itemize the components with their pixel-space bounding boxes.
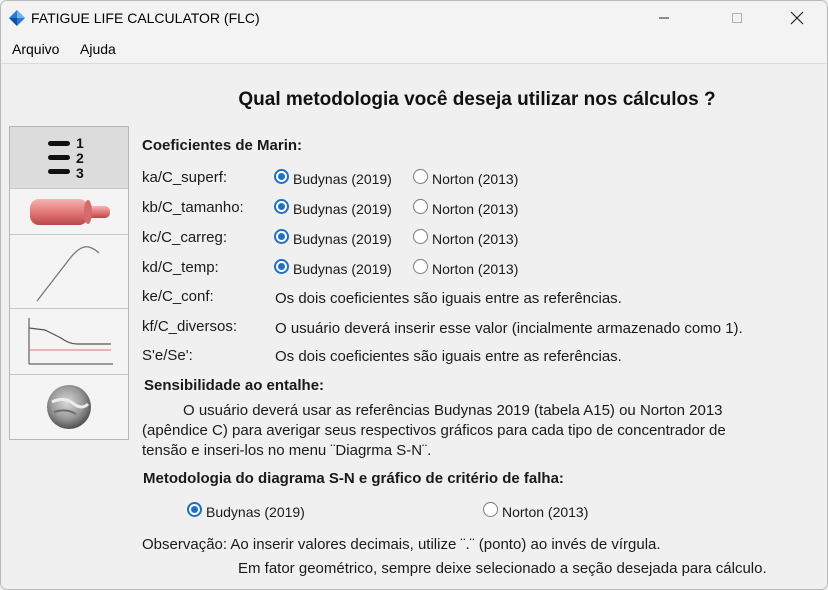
notch-text-line-2: (apêndice C) para averigar seus respecti… bbox=[142, 422, 726, 439]
minimize-icon bbox=[659, 17, 669, 19]
kb-norton-label[interactable]: Norton (2013) bbox=[432, 201, 518, 217]
ke-label: ke/C_conf: bbox=[142, 288, 214, 305]
app-logo-icon bbox=[9, 10, 25, 26]
page-title: Qual metodologia você deseja utilizar no… bbox=[238, 89, 716, 110]
kd-budynas-radio[interactable] bbox=[274, 259, 289, 274]
ka-budynas-radio[interactable] bbox=[274, 169, 289, 184]
kd-budynas-label[interactable]: Budynas (2019) bbox=[293, 261, 392, 277]
menu-arquivo[interactable]: Arquivo bbox=[12, 41, 59, 57]
title-bar[interactable]: FATIGUE LIFE CALCULATOR (FLC) bbox=[1, 1, 827, 35]
sn-section-title: Metodologia do diagrama S-N e gráfico de… bbox=[143, 470, 564, 487]
close-icon bbox=[790, 11, 804, 25]
kd-norton-radio[interactable] bbox=[413, 259, 428, 274]
ka-budynas-label[interactable]: Budynas (2019) bbox=[293, 171, 392, 187]
sn-diagram-icon bbox=[28, 317, 113, 364]
se-info-text: Os dois coeficientes são iguais entre as… bbox=[275, 348, 622, 365]
close-button[interactable] bbox=[774, 1, 820, 35]
notch-section-title: Sensibilidade ao entalhe: bbox=[144, 377, 325, 394]
kf-info-text: O usuário deverá inserir esse valor (inc… bbox=[275, 320, 743, 337]
window-title: FATIGUE LIFE CALCULATOR (FLC) bbox=[31, 10, 260, 26]
minimize-button[interactable] bbox=[641, 1, 687, 35]
kc-budynas-label[interactable]: Budynas (2019) bbox=[293, 231, 392, 247]
menu-bar: Arquivo Ajuda bbox=[1, 35, 827, 64]
numbered-list-icon: 1 2 3 bbox=[48, 135, 84, 181]
ka-label: ka/C_superf: bbox=[142, 169, 228, 186]
sn-budynas-label[interactable]: Budynas (2019) bbox=[206, 504, 305, 520]
sidebar-item-geometry[interactable] bbox=[10, 189, 128, 235]
observation-note: Observação: Ao inserir valores decimais,… bbox=[142, 536, 661, 553]
kb-budynas-radio[interactable] bbox=[274, 199, 289, 214]
sidebar-item-material[interactable] bbox=[10, 375, 128, 439]
geometric-factor-note: Em fator geométrico, sempre deixe seleci… bbox=[238, 560, 767, 577]
menu-ajuda[interactable]: Ajuda bbox=[80, 41, 116, 57]
ka-norton-label[interactable]: Norton (2013) bbox=[432, 171, 518, 187]
notch-text-line-3: tensão e inseri-los no menu ¨Diagrma S-N… bbox=[142, 442, 432, 459]
sidebar-item-methodology[interactable]: 1 2 3 bbox=[10, 127, 128, 189]
kc-norton-label[interactable]: Norton (2013) bbox=[432, 231, 518, 247]
kb-label: kb/C_tamanho: bbox=[142, 199, 244, 216]
ka-norton-radio[interactable] bbox=[413, 169, 428, 184]
maximize-icon bbox=[732, 13, 742, 23]
kb-budynas-label[interactable]: Budynas (2019) bbox=[293, 201, 392, 217]
sn-norton-label[interactable]: Norton (2013) bbox=[502, 504, 588, 520]
sidebar-item-sn-diagram[interactable] bbox=[10, 309, 128, 375]
sidebar-nav: 1 2 3 bbox=[9, 126, 129, 440]
maximize-button[interactable] bbox=[714, 1, 760, 35]
kc-norton-radio[interactable] bbox=[413, 229, 428, 244]
material-sample-icon bbox=[47, 385, 91, 429]
sn-norton-radio[interactable] bbox=[483, 502, 498, 517]
kb-norton-radio[interactable] bbox=[413, 199, 428, 214]
marin-section-title: Coeficientes de Marin: bbox=[142, 137, 303, 154]
app-window: FATIGUE LIFE CALCULATOR (FLC) Arquivo Aj… bbox=[0, 0, 828, 590]
ke-info-text: Os dois coeficientes são iguais entre as… bbox=[275, 290, 622, 307]
stress-strain-curve-icon bbox=[36, 245, 100, 301]
se-label: S'e/Se': bbox=[142, 347, 193, 364]
kf-label: kf/C_diversos: bbox=[142, 318, 238, 335]
svg-text:1: 1 bbox=[76, 135, 84, 151]
svg-text:3: 3 bbox=[76, 165, 84, 181]
sn-budynas-radio[interactable] bbox=[187, 502, 202, 517]
kd-norton-label[interactable]: Norton (2013) bbox=[432, 261, 518, 277]
notch-text-line-1: O usuário deverá usar as referências Bud… bbox=[183, 402, 723, 419]
svg-text:2: 2 bbox=[76, 150, 84, 166]
kc-budynas-radio[interactable] bbox=[274, 229, 289, 244]
sidebar-item-stress-strain[interactable] bbox=[10, 235, 128, 309]
kc-label: kc/C_carreg: bbox=[142, 229, 228, 246]
shaft-icon bbox=[30, 198, 110, 225]
kd-label: kd/C_temp: bbox=[142, 259, 219, 276]
